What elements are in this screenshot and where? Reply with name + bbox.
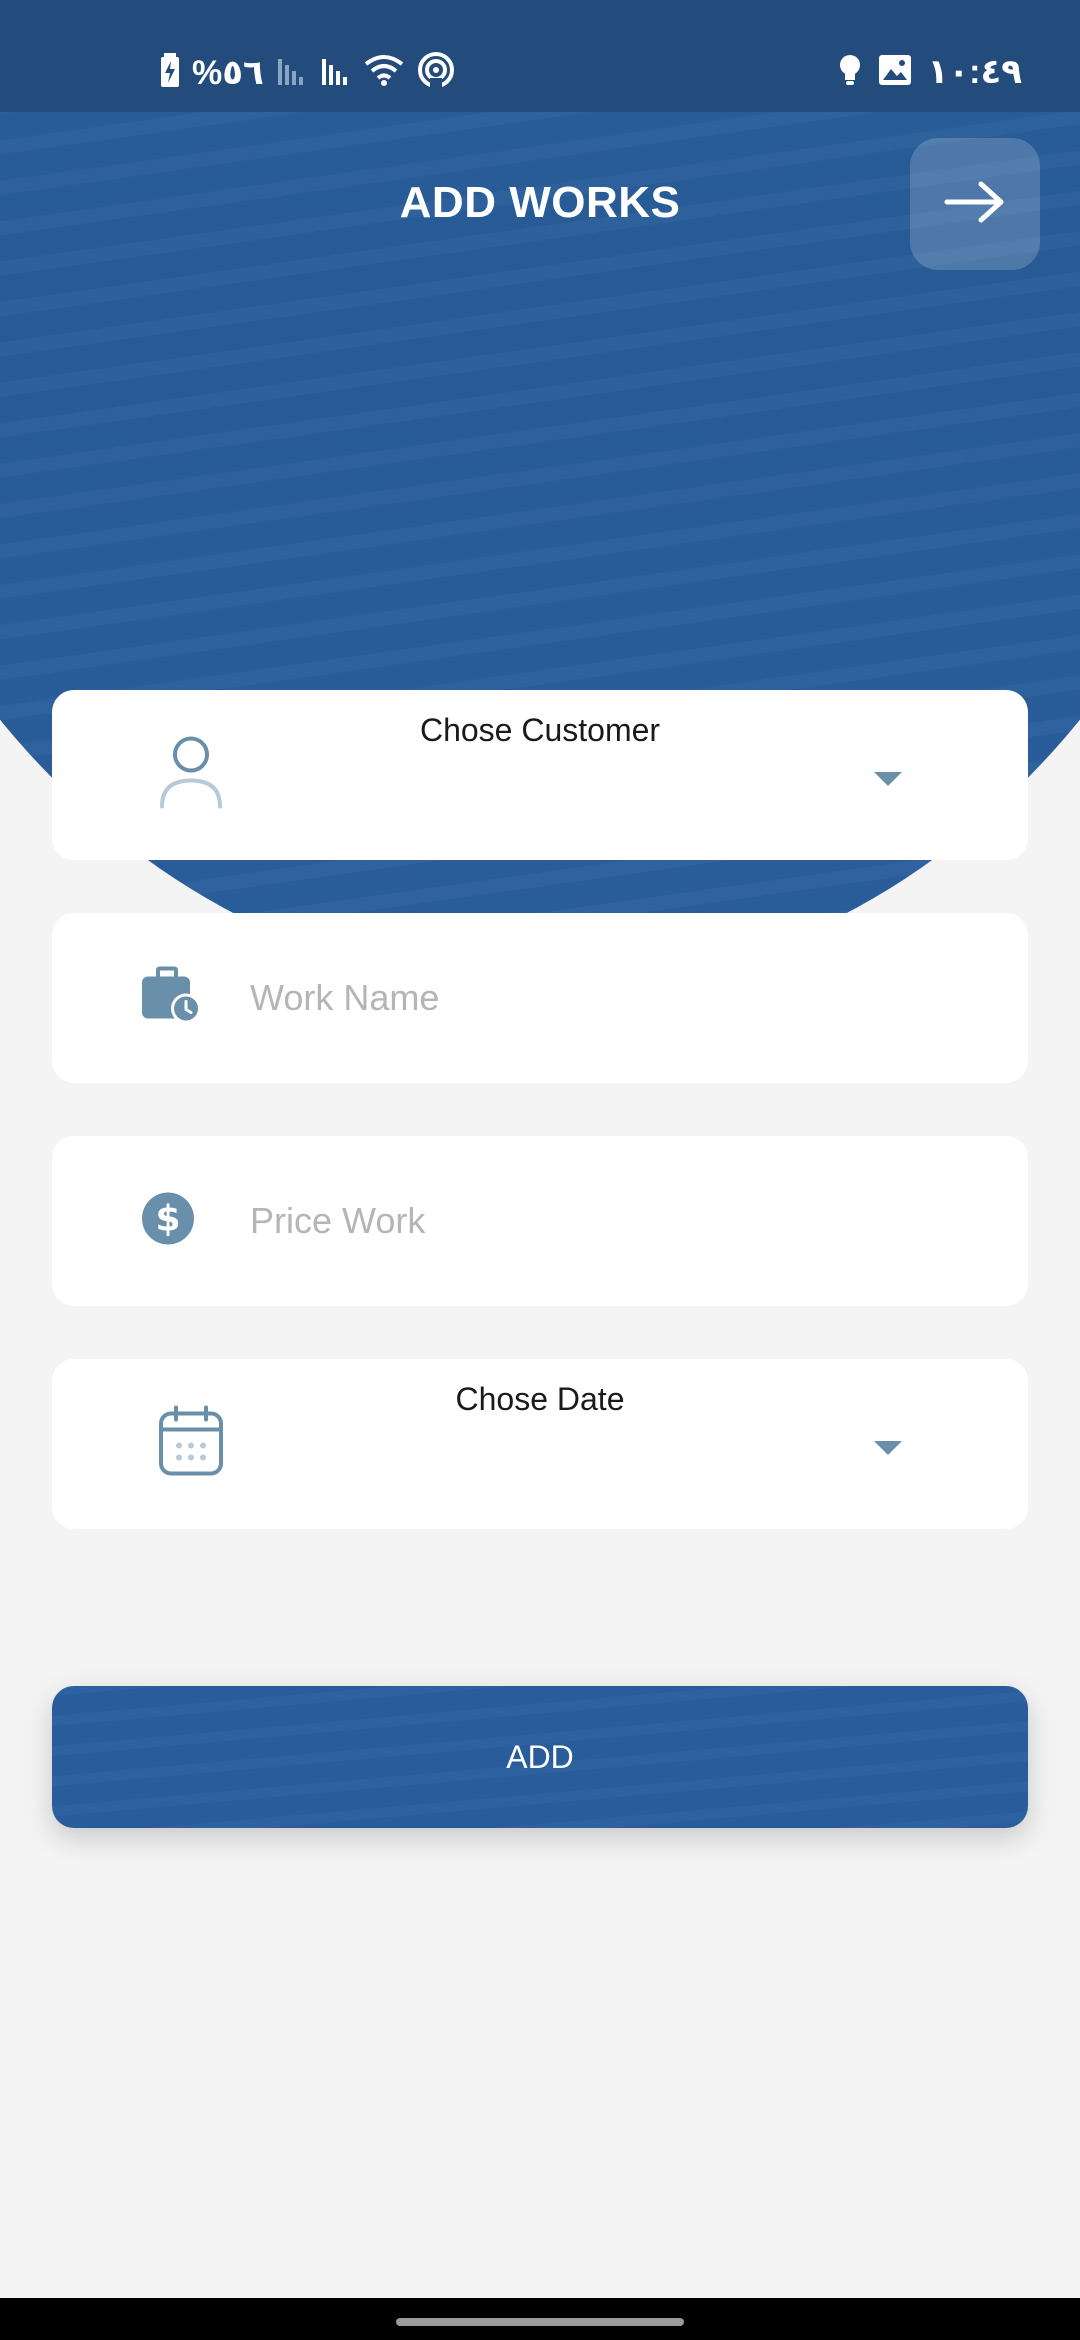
back-button[interactable] [910, 138, 1040, 270]
dollar-icon: $ [140, 1191, 196, 1252]
status-left: %٥٦ [160, 52, 456, 93]
hotspot-icon [416, 52, 456, 93]
customer-label: Chose Customer [419, 712, 661, 748]
work-name-field-container [52, 913, 1028, 1083]
home-gesture-handle[interactable] [396, 2318, 684, 2326]
price-input[interactable] [250, 1186, 970, 1256]
work-name-input[interactable] [250, 963, 970, 1033]
signal-icon [320, 55, 352, 90]
date-picker[interactable]: Chose Date [52, 1359, 1028, 1529]
status-right: ١٠:٤٩ [838, 52, 1022, 92]
date-label: Chose Date [455, 1381, 625, 1417]
battery-percent: %٥٦ [192, 53, 264, 92]
chevron-down-icon [874, 1441, 902, 1455]
status-time: ١٠:٤٩ [927, 53, 1022, 91]
wifi-icon [364, 54, 404, 91]
status-bar: %٥٦ ١٠:٤٩ [0, 0, 1080, 112]
arrow-right-icon [943, 178, 1007, 231]
battery-charging-icon [160, 53, 180, 92]
navigation-bar [0, 2298, 1080, 2340]
briefcase-clock-icon [140, 966, 202, 1030]
image-icon [878, 54, 912, 91]
screen: %٥٦ ١٠:٤٩ ADD WORKS Chose Customer Work … [0, 0, 1080, 2340]
price-field-container: $ [52, 1136, 1028, 1306]
customer-dropdown[interactable]: Chose Customer [52, 690, 1028, 860]
bulb-icon [838, 54, 862, 91]
svg-text:$: $ [155, 1199, 180, 1240]
add-button[interactable]: ADD [52, 1686, 1028, 1828]
chevron-down-icon [874, 772, 902, 786]
signal-icon [276, 55, 308, 90]
